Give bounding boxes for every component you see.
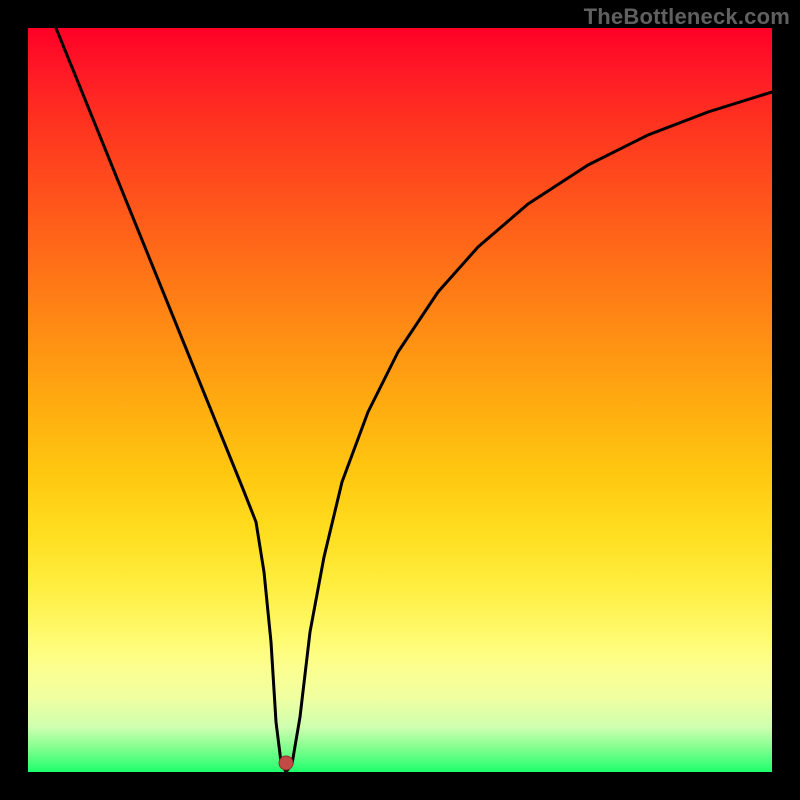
chart-frame: TheBottleneck.com <box>0 0 800 800</box>
bottleneck-curve <box>56 28 772 772</box>
optimal-point-marker <box>279 756 293 770</box>
plot-area <box>28 28 772 772</box>
watermark-text: TheBottleneck.com <box>584 4 790 30</box>
bottleneck-curve-layer <box>28 28 772 772</box>
